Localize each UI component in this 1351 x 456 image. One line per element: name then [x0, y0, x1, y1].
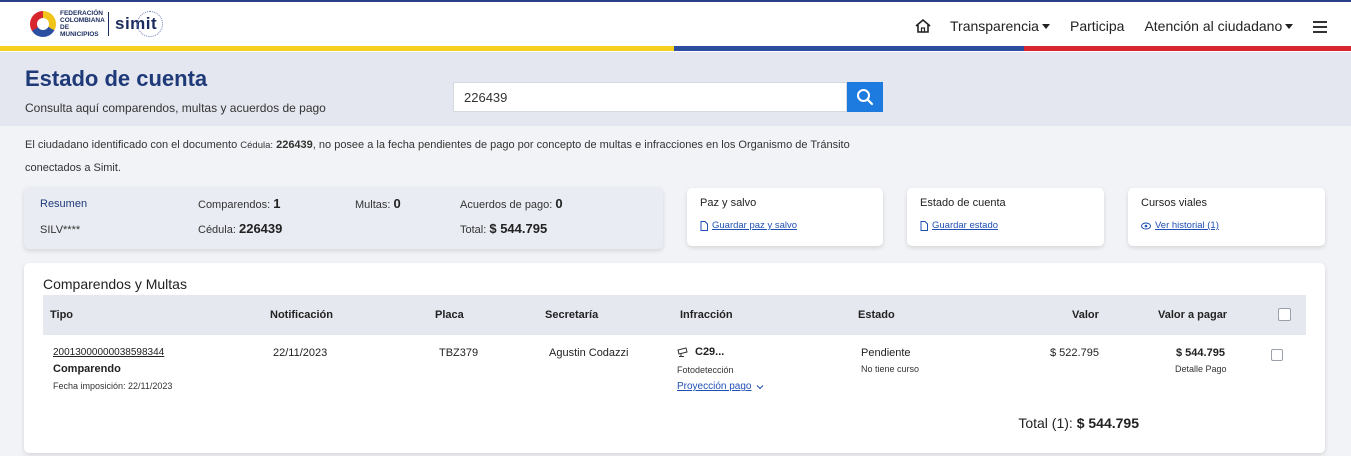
row-fecha-imposicion: Fecha imposición: 22/11/2023 [53, 381, 173, 391]
row-tipo: Comparendo [53, 363, 121, 375]
cedula-display: Cédula: 226439 [198, 221, 282, 236]
th-infraccion: Infracción [680, 309, 733, 321]
proyeccion-pago-link[interactable]: Proyección pago [677, 381, 752, 392]
th-valor: Valor [1072, 309, 1099, 321]
ver-historial-link-wrap: Ver historial (1) [1141, 220, 1219, 231]
row-estado-sub: No tiene curso [861, 364, 920, 374]
page-subtitle: Consulta aquí comparendos, multas y acue… [25, 101, 326, 115]
eye-icon [1141, 222, 1151, 229]
search-button[interactable] [847, 82, 883, 112]
document-icon [920, 220, 928, 231]
row-infraccion-tipo: Fotodetección [677, 365, 734, 375]
th-valor-pagar: Valor a pagar [1158, 309, 1228, 321]
table-total-label: Total (1): [1018, 415, 1073, 431]
row-valor-pagar: $ 544.795 [1176, 347, 1225, 359]
logo[interactable]: Federación Colombiana de Municipios simi… [30, 10, 164, 38]
guardar-paz-link[interactable]: Guardar paz y salvo [712, 220, 797, 231]
row-notificacion: 22/11/2023 [273, 347, 328, 359]
comparendos-count: Comparendos: 1 [198, 196, 280, 211]
nav-atencion[interactable]: Atención al ciudadano [1144, 18, 1294, 34]
multas-value: 0 [393, 196, 401, 211]
summary-total: Total: $ 544.795 [460, 221, 547, 236]
comparendos-label: Comparendos: [198, 199, 271, 211]
acuerdos-count: Acuerdos de pago: 0 [460, 196, 563, 211]
table-header: Tipo Notificación Placa Secretaría Infra… [43, 295, 1306, 335]
paz-y-salvo-card: Paz y salvo Guardar paz y salvo [687, 188, 883, 246]
row-detalle-pago[interactable]: Detalle Pago [1175, 364, 1227, 374]
cursos-viales-card: Cursos viales Ver historial (1) [1128, 188, 1325, 246]
table-total-value: $ 544.795 [1076, 415, 1139, 431]
guardar-estado-link-wrap: Guardar estado [920, 220, 998, 231]
home-icon[interactable] [914, 18, 932, 34]
logo-divider [108, 12, 109, 36]
hamburger-menu-icon[interactable] [1313, 21, 1327, 33]
proyeccion-pago-toggle[interactable]: Proyección pago [677, 381, 764, 392]
row-infraccion: C29... [677, 346, 724, 358]
nav-atencion-label: Atención al ciudadano [1144, 18, 1283, 34]
acuerdos-value: 0 [555, 196, 563, 211]
citizen-name: SILV**** [40, 224, 81, 236]
logo-org-name: Federación Colombiana de Municipios [60, 10, 105, 38]
main-nav: Transparencia Participa Atención al ciud… [914, 18, 1313, 34]
row-valor: $ 522.795 [1050, 347, 1099, 359]
cursos-viales-title: Cursos viales [1141, 197, 1208, 209]
summary-total-label: Total: [460, 224, 487, 236]
camera-icon [677, 347, 688, 357]
row-estado: Pendiente [861, 347, 911, 359]
summary-title: Resumen [40, 198, 88, 210]
search-icon [857, 89, 874, 106]
paz-y-salvo-title: Paz y salvo [700, 197, 757, 209]
search-input[interactable] [453, 82, 847, 112]
simit-logo: simit [115, 11, 164, 37]
page-title: Estado de cuenta [25, 66, 208, 91]
summary-card: Resumen SILV**** Comparendos: 1 Cédula: … [24, 187, 663, 249]
th-secretaria: Secretaría [545, 309, 599, 321]
guardar-estado-link[interactable]: Guardar estado [932, 220, 998, 231]
comparendos-value: 1 [273, 196, 281, 211]
acuerdos-label: Acuerdos de pago: [460, 199, 553, 211]
comparendos-multas-card: Comparendos y Multas Tipo Notificación P… [24, 263, 1325, 453]
row-placa: TBZ379 [439, 347, 479, 359]
document-icon [700, 220, 708, 231]
cedula-value: 226439 [238, 221, 283, 236]
guardar-paz-link-wrap: Guardar paz y salvo [700, 220, 797, 231]
th-estado: Estado [858, 309, 895, 321]
select-all-checkbox[interactable] [1278, 308, 1291, 321]
row-secretaria: Agustin Codazzi [549, 347, 629, 359]
notice-doc-type: Cédula: [240, 140, 274, 151]
table-total: Total (1): $ 544.795 [1018, 415, 1139, 431]
nav-transparencia-label: Transparencia [950, 18, 1039, 34]
nav-participa-label: Participa [1069, 18, 1125, 34]
notice-doc-number: 226439 [276, 139, 313, 151]
th-notificacion: Notificación [270, 309, 333, 321]
section-title: Comparendos y Multas [43, 276, 187, 292]
notice-before: El ciudadano identificado con el documen… [25, 139, 241, 151]
status-notice: El ciudadano identificado con el documen… [25, 134, 895, 179]
estado-cuenta-card: Estado de cuenta Guardar estado [907, 188, 1104, 246]
ver-historial-link[interactable]: Ver historial (1) [1155, 220, 1219, 231]
multas-count: Multas: 0 [355, 196, 401, 211]
nav-transparencia[interactable]: Transparencia [950, 18, 1050, 34]
row-checkbox[interactable] [1271, 349, 1283, 361]
multas-label: Multas: [355, 199, 391, 211]
chevron-down-icon [1041, 23, 1050, 29]
top-header: Federación Colombiana de Municipios simi… [0, 0, 1351, 52]
infraccion-code: C29... [695, 346, 725, 358]
chevron-down-icon [756, 384, 763, 389]
estado-cuenta-title: Estado de cuenta [920, 197, 1006, 209]
comparendo-number-link[interactable]: 20013000000038598344 [53, 347, 164, 358]
flag-stripe [0, 46, 1351, 51]
summary-total-value: $ 544.795 [489, 221, 548, 236]
chevron-down-icon [1285, 23, 1294, 29]
fcm-logo-icon [30, 11, 56, 37]
nav-participa[interactable]: Participa [1070, 18, 1124, 34]
cedula-label: Cédula: [198, 224, 236, 236]
th-tipo: Tipo [50, 309, 74, 321]
th-placa: Placa [435, 309, 464, 321]
